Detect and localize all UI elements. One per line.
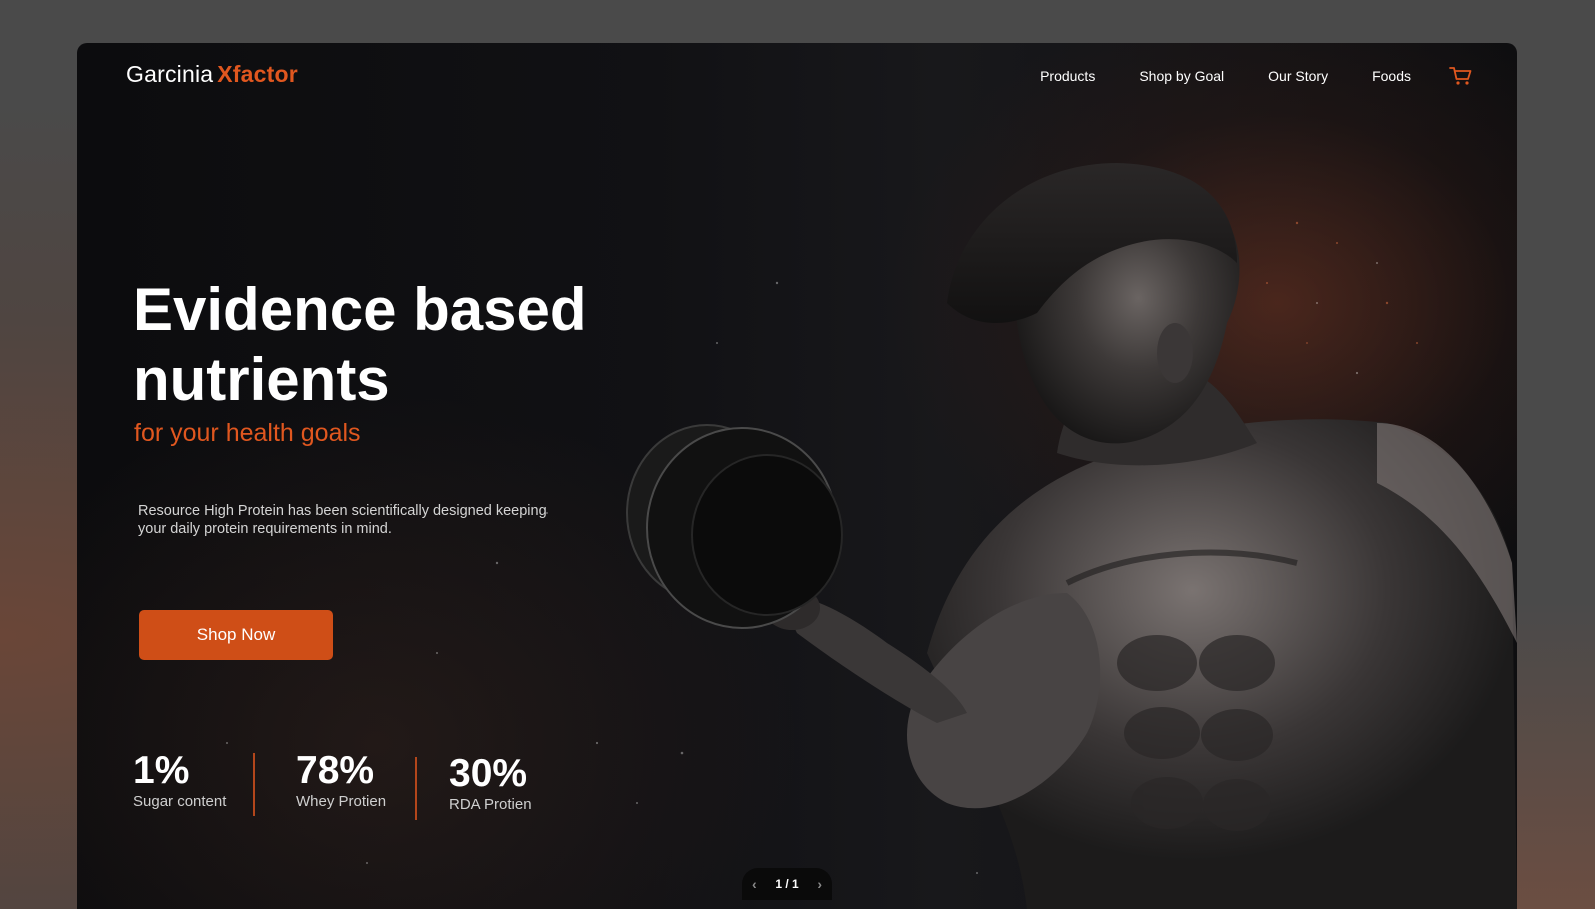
stat-value: 30%: [449, 752, 528, 795]
nav-our-story[interactable]: Our Story: [1268, 68, 1328, 84]
brand-name: Garcinia: [126, 61, 214, 87]
stat-value: 1%: [133, 749, 190, 792]
stat-label: Whey Protien: [296, 793, 387, 810]
chevron-right-icon[interactable]: ›: [817, 876, 822, 892]
headline-line-1: Evidence based: [133, 276, 587, 343]
stat-divider: [253, 753, 255, 816]
nav-products[interactable]: Products: [1040, 68, 1095, 84]
slide-pager: ‹ 1 / 1 ›: [742, 868, 832, 900]
main-nav: Products Shop by Goal Our Story Foods: [996, 65, 1473, 87]
landing-page-frame: Garcinia Xfactor Products Shop by Goal Ou…: [77, 43, 1517, 909]
stat-sugar-content: 1% Sugar content: [133, 749, 227, 811]
headline-line-2: nutrients: [133, 346, 390, 413]
stat-label: RDA Protien: [449, 796, 532, 813]
stat-whey-protein: 78% Whey Protien: [296, 749, 387, 811]
stat-value: 78%: [296, 749, 375, 792]
shop-now-button[interactable]: Shop Now: [139, 610, 333, 660]
nav-foods[interactable]: Foods: [1372, 68, 1411, 84]
nav-shop-by-goal[interactable]: Shop by Goal: [1139, 68, 1224, 84]
hero-headline: Evidence based nutrients: [133, 275, 653, 415]
brand-accent: Xfactor: [217, 61, 298, 87]
hero-bodybuilder-image: [626, 163, 1517, 909]
pager-count: 1 / 1: [775, 877, 799, 891]
chevron-left-icon[interactable]: ‹: [752, 876, 757, 892]
cart-icon[interactable]: [1449, 65, 1473, 87]
stat-rda-protein: 30% RDA Protien: [449, 752, 532, 814]
stat-divider: [415, 757, 417, 820]
stat-label: Sugar content: [133, 793, 227, 810]
hero-subheadline: for your health goals: [134, 419, 361, 447]
hero-description: Resource High Protein has been scientifi…: [138, 503, 547, 537]
brand-logo[interactable]: Garcinia Xfactor: [126, 61, 298, 88]
